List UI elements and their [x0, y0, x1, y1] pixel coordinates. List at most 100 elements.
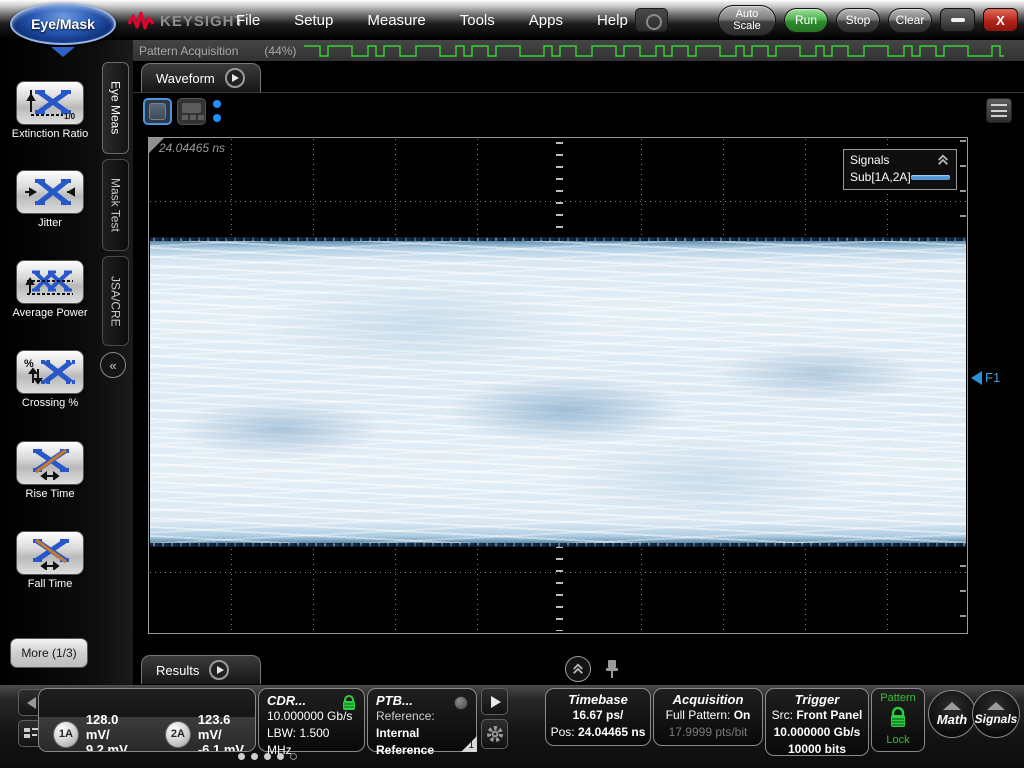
pattern-lock-label-top: Pattern	[872, 692, 924, 705]
menu-setup[interactable]: Setup	[294, 12, 333, 29]
sidebar-item-extinction-ratio[interactable]: 1/0 Extinction Ratio	[0, 81, 100, 140]
signals-legend[interactable]: Signals Sub[1A,2A]	[843, 149, 957, 190]
pattern-lock-button[interactable]: Pattern Lock	[871, 688, 925, 752]
trigger-src-label: Src:	[772, 708, 793, 722]
close-button[interactable]: X	[983, 8, 1018, 32]
trigger-bits: 10000 bits	[788, 742, 846, 756]
auto-scale-button[interactable]: Auto Scale	[718, 5, 776, 36]
timebase-position: Pos: 24.04465 ns	[546, 724, 650, 741]
menu-help[interactable]: Help	[597, 12, 628, 29]
channel-1a-scale: 128.0 mV/	[86, 712, 119, 742]
waveform-display[interactable]: 24.04465 ns Signals Sub[1A,2A]	[148, 137, 968, 634]
pattern-bits-waveform	[304, 42, 1004, 60]
waveform-tab-label: Waveform	[156, 71, 215, 86]
timebase-title: Timebase	[546, 692, 650, 707]
tab-mask-test[interactable]: Mask Test	[102, 159, 129, 251]
acquisition-label: Full Pattern:	[666, 708, 731, 722]
menu-measure[interactable]: Measure	[367, 12, 425, 29]
mode-logo[interactable]: Eye/Mask	[8, 2, 122, 60]
acquisition-full-pattern: Full Pattern: On	[654, 707, 762, 724]
statusbar-page-dots[interactable]	[238, 753, 297, 760]
acquisition-panel[interactable]: Acquisition Full Pattern: On 17.9999 pts…	[653, 688, 763, 746]
keysight-logo-icon	[128, 11, 154, 31]
cdr-lock-icon	[341, 695, 357, 710]
sidebar-item-jitter[interactable]: Jitter	[0, 170, 100, 229]
channel-2a-values: 123.6 mV/ -6.1 mV	[198, 712, 255, 753]
waveform-tab[interactable]: Waveform	[141, 63, 261, 92]
menu-apps[interactable]: Apps	[529, 12, 563, 29]
channel-2a-offset: -6.1 mV	[198, 742, 244, 753]
stop-button[interactable]: Stop	[836, 8, 880, 33]
measurement-sidebar: 1/0 Extinction Ratio Jitter	[0, 40, 133, 685]
timebase-panel[interactable]: Timebase 16.67 ps/ Pos: 24.04465 ns	[545, 688, 651, 746]
waveform-tab-play-icon[interactable]	[225, 68, 245, 88]
channels-panel[interactable]: 1A 128.0 mV/ 9.2 mV 2A 123.6 mV/ -6.1 mV	[38, 688, 256, 752]
menu-file[interactable]: File	[236, 12, 260, 29]
sidebar-item-average-power[interactable]: Average Power	[0, 260, 100, 319]
layout-single-button[interactable]	[143, 98, 172, 125]
results-tab-play-icon[interactable]	[209, 660, 229, 680]
crossing-percent-icon: %	[23, 355, 77, 389]
pattern-acquisition-label: Pattern Acquisition	[139, 44, 238, 58]
center-axis-ticks	[556, 546, 563, 631]
crossing-button[interactable]: %	[16, 350, 84, 394]
rise-time-icon	[23, 446, 77, 480]
acquisition-value: On	[734, 708, 751, 722]
pin-results-button[interactable]	[603, 658, 621, 680]
flexdca-screen: KEYSIGHT File Setup Measure Tools Apps H…	[0, 0, 1024, 768]
sidebar-item-crossing[interactable]: % Crossing %	[0, 350, 100, 409]
timebase-scale: 16.67 ps/	[573, 708, 624, 722]
channel-2a-badge[interactable]: 2A	[165, 721, 191, 748]
f1-function-marker[interactable]: F1	[971, 370, 1000, 385]
results-tab-label: Results	[156, 663, 199, 678]
trigger-rate: 10.000000 Gb/s	[774, 725, 861, 739]
sidebar-item-rise-time[interactable]: Rise Time	[0, 441, 100, 500]
keysight-brand: KEYSIGHT	[128, 11, 245, 31]
cdr-panel[interactable]: CDR... 10.000000 Gb/s LBW: 1.500 MHz	[258, 688, 365, 752]
results-expand-button[interactable]	[565, 656, 591, 682]
channel-1a-badge[interactable]: 1A	[53, 721, 79, 748]
settings-gear-button[interactable]	[481, 719, 508, 749]
display-menu-button[interactable]	[986, 98, 1012, 123]
screenshot-camera-button[interactable]	[635, 8, 668, 32]
average-power-button[interactable]	[16, 260, 84, 304]
sidebar-collapse-button[interactable]: «	[100, 352, 126, 378]
mode-logo-label: Eye/Mask	[31, 16, 95, 32]
minimize-button[interactable]	[940, 8, 975, 32]
timebase-pos-value: 24.04465 ns	[578, 725, 645, 739]
legend-color-sample	[911, 175, 950, 180]
fall-time-button[interactable]	[16, 531, 84, 575]
signals-button[interactable]: Signals	[972, 690, 1020, 738]
rise-time-button[interactable]	[16, 441, 84, 485]
tab-eye-meas[interactable]: Eye Meas	[102, 62, 129, 154]
timebase-position-annotation: 24.04465 ns	[159, 141, 225, 155]
more-measurements-button[interactable]: More (1/3)	[10, 638, 88, 668]
trigger-panel[interactable]: Trigger Src: Front Panel 10.000000 Gb/s …	[765, 688, 869, 756]
svg-text:1/0: 1/0	[64, 112, 76, 120]
pattern-acquisition-percent: (44%)	[264, 44, 296, 58]
clear-button[interactable]: Clear	[888, 8, 932, 33]
jitter-label: Jitter	[0, 217, 100, 229]
pin-icon	[603, 658, 621, 680]
menubar: File Setup Measure Tools Apps Help	[236, 0, 628, 40]
run-button[interactable]: Run	[784, 8, 828, 33]
acquisition-pts-per-bit: 17.9999 pts/bit	[654, 724, 762, 741]
more-options-dots-icon[interactable]	[213, 100, 221, 128]
math-up-arrow-icon	[943, 702, 961, 710]
menu-tools[interactable]: Tools	[460, 12, 495, 29]
results-tab[interactable]: Results	[141, 655, 261, 684]
statusbar-play-button[interactable]	[481, 688, 508, 715]
math-button[interactable]: Math	[928, 690, 976, 738]
legend-collapse-icon[interactable]	[936, 154, 950, 166]
layout-split-button[interactable]	[177, 98, 206, 125]
fall-time-label: Fall Time	[0, 578, 100, 590]
math-label: Math	[937, 712, 967, 727]
tab-jsa-cre[interactable]: JSA/CRE	[102, 256, 129, 346]
jitter-icon	[23, 175, 77, 209]
triangle-left-icon	[27, 697, 36, 709]
ptb-panel[interactable]: PTB... Reference: Internal Reference 1	[367, 688, 477, 752]
sidebar-item-fall-time[interactable]: Fall Time	[0, 531, 100, 590]
jitter-button[interactable]	[16, 170, 84, 214]
cdr-rate: 10.000000 Gb/s	[267, 708, 356, 725]
extinction-ratio-button[interactable]: 1/0	[16, 81, 84, 125]
